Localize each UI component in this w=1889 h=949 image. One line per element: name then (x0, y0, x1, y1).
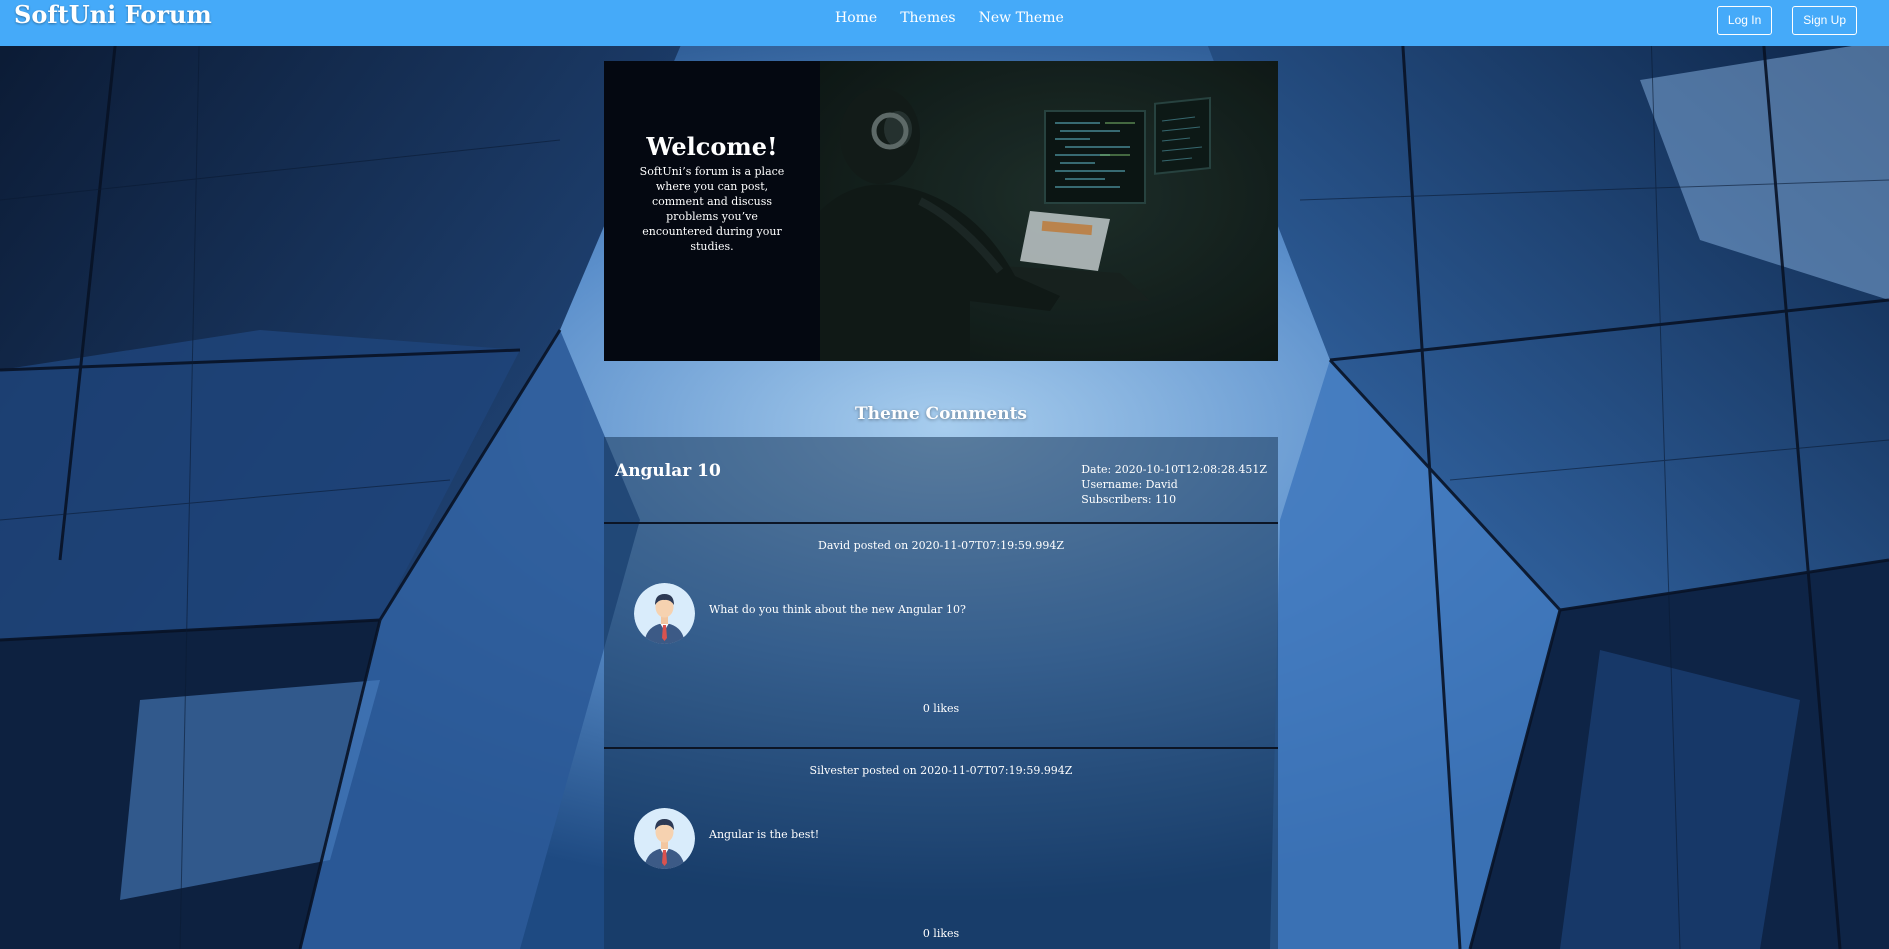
main-nav: Home Themes New Theme (835, 9, 1064, 27)
login-button[interactable]: Log In (1716, 6, 1773, 35)
theme-date: Date: 2020-10-10T12:08:28.451Z (1081, 463, 1267, 476)
comment-likes[interactable]: 0 likes (604, 702, 1278, 715)
user-avatar-icon (634, 583, 695, 644)
comment-text: Angular is the best! (709, 828, 820, 841)
theme-header: Angular 10 Date: 2020-10-10T12:08:28.451… (604, 437, 1278, 524)
theme-title: Angular 10 (615, 461, 721, 481)
comment-author-line: David posted on 2020-11-07T07:19:59.994Z (818, 539, 1064, 552)
comment-text: What do you think about the new Angular … (709, 603, 966, 616)
welcome-description: SoftUni’s forum is a place where you can… (639, 165, 785, 253)
nav-themes-link[interactable]: Themes (900, 9, 955, 27)
nav-new-theme-link[interactable]: New Theme (979, 9, 1064, 27)
welcome-text-block: Welcome! SoftUni’s forum is a place wher… (604, 61, 820, 361)
welcome-banner: Welcome! SoftUni’s forum is a place wher… (604, 61, 1278, 361)
auth-buttons: Log In Sign Up (1716, 6, 1857, 35)
comment-item: Silvester posted on 2020-11-07T07:19:59.… (604, 749, 1278, 949)
top-navbar: SoftUni Forum Home Themes New Theme Log … (0, 0, 1889, 46)
comment-author-line: Silvester posted on 2020-11-07T07:19:59.… (809, 764, 1073, 777)
hacker-photo (820, 61, 1278, 361)
user-avatar-icon (634, 808, 695, 869)
site-logo[interactable]: SoftUni Forum (14, 0, 212, 30)
theme-meta: Date: 2020-10-10T12:08:28.451Z Username:… (1081, 462, 1267, 507)
comment-item: David posted on 2020-11-07T07:19:59.994Z… (604, 524, 1278, 749)
theme-subscribers: Subscribers: 110 (1081, 493, 1177, 506)
section-title: Theme Comments (855, 404, 1027, 424)
signup-button[interactable]: Sign Up (1792, 6, 1857, 35)
welcome-title: Welcome! (646, 132, 778, 161)
theme-panel: Angular 10 Date: 2020-10-10T12:08:28.451… (604, 437, 1278, 949)
comment-likes[interactable]: 0 likes (604, 927, 1278, 940)
theme-username: Username: David (1081, 478, 1178, 491)
nav-home-link[interactable]: Home (835, 9, 877, 27)
